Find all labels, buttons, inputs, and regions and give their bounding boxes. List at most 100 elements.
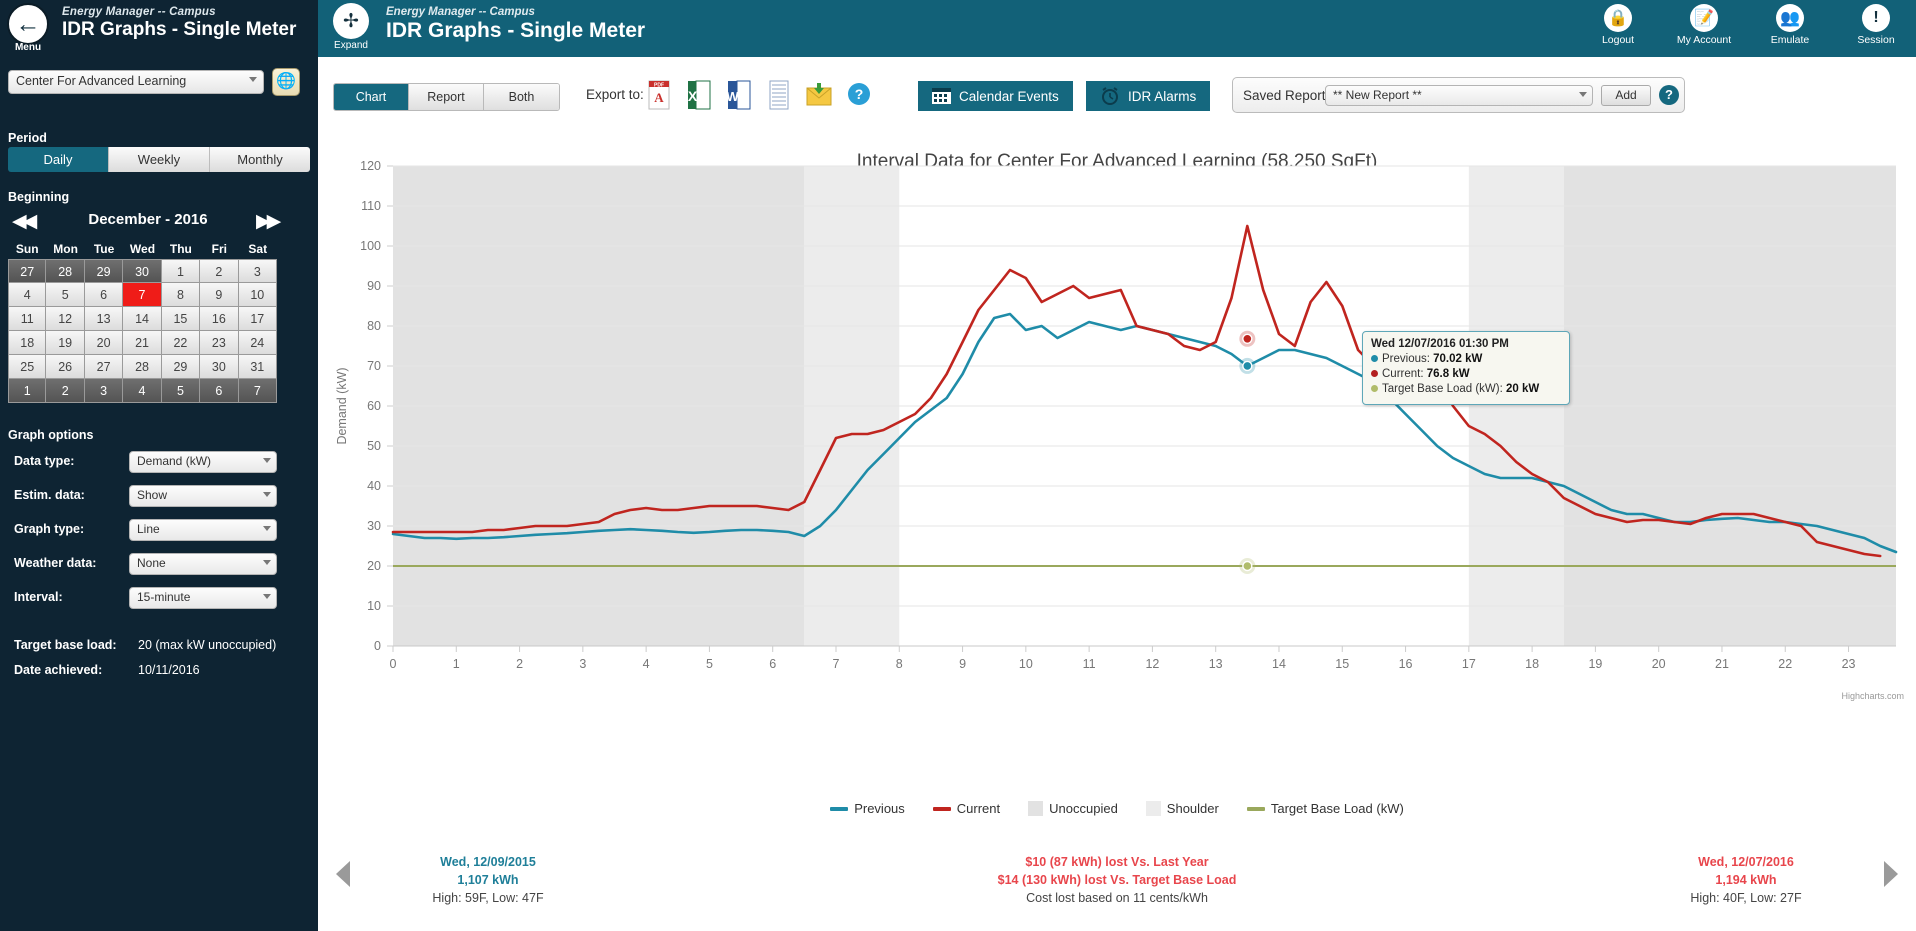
session-button[interactable]: ! Session — [1846, 4, 1906, 46]
calendar-day-29[interactable]: 29 — [161, 355, 201, 379]
calendar-day-16[interactable]: 16 — [200, 307, 239, 331]
calendar-day-23[interactable]: 23 — [200, 331, 239, 355]
legend-item-unoccupied[interactable]: Unoccupied — [1028, 801, 1118, 816]
calendar-day-2[interactable]: 2 — [200, 259, 239, 283]
calendar-day-7[interactable]: 7 — [238, 379, 277, 403]
map-icon[interactable]: 🌐 — [272, 68, 300, 96]
period-tab-weekly[interactable]: Weekly — [109, 147, 210, 172]
calendar-day-15[interactable]: 15 — [161, 307, 201, 331]
expand-icon[interactable]: ✢ — [333, 3, 369, 39]
view-mode-tabs: Chart Report Both — [333, 83, 560, 111]
calendar-day-9[interactable]: 9 — [200, 283, 239, 307]
calendar-day-27[interactable]: 27 — [84, 355, 124, 379]
calendar-next-icon[interactable]: ▶▶ — [256, 210, 281, 233]
saved-report-help-icon[interactable]: ? — [1659, 85, 1679, 105]
interval-select[interactable]: 15-minute — [129, 587, 277, 609]
chevron-down-icon — [263, 492, 271, 497]
calendar-prev-icon[interactable]: ◀◀ — [12, 210, 37, 233]
chevron-down-icon — [263, 526, 271, 531]
footer-next-day-button[interactable] — [1884, 861, 1898, 887]
legend-item-previous[interactable]: Previous — [830, 801, 905, 816]
calendar-day-7[interactable]: 7 — [123, 283, 162, 307]
option-row-weather-data: Weather data: None — [14, 553, 304, 577]
tab-report[interactable]: Report — [409, 84, 484, 110]
calendar-day-24[interactable]: 24 — [238, 331, 277, 355]
calendar-day-29[interactable]: 29 — [84, 259, 124, 283]
calendar-day-14[interactable]: 14 — [123, 307, 162, 331]
svg-text:2: 2 — [516, 657, 523, 671]
calendar-day-22[interactable]: 22 — [161, 331, 201, 355]
calendar-week-row: 18 19 20 21 22 23 24 — [8, 331, 277, 355]
calendar-day-31[interactable]: 31 — [238, 355, 277, 379]
calendar-day-27[interactable]: 27 — [8, 259, 47, 283]
my-account-button[interactable]: 📝 My Account — [1674, 4, 1734, 46]
tab-chart[interactable]: Chart — [334, 84, 409, 110]
calendar-day-2[interactable]: 2 — [46, 379, 85, 403]
calendar-day-11[interactable]: 11 — [8, 307, 47, 331]
building-select[interactable]: Center For Advanced Learning — [8, 70, 264, 94]
target-base-load-value: 20 (max kW unoccupied) — [138, 638, 277, 652]
estim-data-select[interactable]: Show — [129, 485, 277, 507]
chart-tooltip: Wed 12/07/2016 01:30 PM Previous: 70.02 … — [1362, 331, 1570, 405]
calendar-day-6[interactable]: 6 — [200, 379, 239, 403]
calendar-day-12[interactable]: 12 — [46, 307, 85, 331]
footer-prev-day-button[interactable] — [336, 861, 350, 887]
calendar-day-20[interactable]: 20 — [84, 331, 124, 355]
building-select-value: Center For Advanced Learning — [16, 74, 187, 88]
export-word-icon[interactable]: W — [725, 79, 753, 111]
calendar-day-30[interactable]: 30 — [123, 259, 162, 283]
emulate-button[interactable]: 👥 Emulate — [1760, 4, 1820, 46]
calendar-day-25[interactable]: 25 — [8, 355, 47, 379]
tooltip-label-current: Current: — [1382, 368, 1424, 380]
export-csv-icon[interactable] — [765, 79, 793, 111]
calendar-day-5[interactable]: 5 — [46, 283, 85, 307]
period-tab-daily[interactable]: Daily — [8, 147, 109, 172]
legend-item-shoulder[interactable]: Shoulder — [1145, 801, 1219, 816]
legend-item-target-base-load[interactable]: Target Base Load (kW) — [1246, 801, 1404, 816]
weather-data-select[interactable]: None — [129, 553, 277, 575]
period-label: Period — [8, 131, 47, 145]
calendar-day-19[interactable]: 19 — [46, 331, 85, 355]
calendar-day-8[interactable]: 8 — [161, 283, 201, 307]
calendar-day-5[interactable]: 5 — [161, 379, 201, 403]
calendar-day-3[interactable]: 3 — [84, 379, 124, 403]
calendar-day-6[interactable]: 6 — [84, 283, 124, 307]
footer-right-kwh: 1,194 kWh — [1715, 873, 1777, 887]
legend-item-current[interactable]: Current — [932, 801, 1000, 816]
idr-alarms-button[interactable]: IDR Alarms — [1086, 81, 1211, 111]
period-tab-monthly[interactable]: Monthly — [210, 147, 310, 172]
calendar-day-28[interactable]: 28 — [123, 355, 162, 379]
interval-data-chart[interactable]: 01020304050607080901001101200 1 2 3 4 5 6 7 8 9 10… — [318, 121, 1916, 821]
option-label-estim-data: Estim. data: — [14, 488, 85, 502]
footer-left-temp: High: 59F, Low: 47F — [432, 891, 544, 905]
footer-cost-summary: $10 (87 kWh) lost Vs. Last Year $14 (130… — [877, 853, 1357, 907]
sidebar-app-title: IDR Graphs - Single Meter — [62, 19, 297, 40]
calendar-day-21[interactable]: 21 — [123, 331, 162, 355]
graph-type-select[interactable]: Line — [129, 519, 277, 541]
calendar-day-4[interactable]: 4 — [8, 283, 47, 307]
add-report-button[interactable]: Add — [1601, 85, 1651, 106]
calendar-day-10[interactable]: 10 — [238, 283, 277, 307]
logout-button[interactable]: 🔒 Logout — [1588, 4, 1648, 46]
help-question-icon[interactable]: ? — [845, 79, 873, 111]
calendar-events-button[interactable]: Calendar Events — [918, 81, 1073, 111]
target-base-load-label: Target base load: — [14, 638, 117, 652]
data-type-select[interactable]: Demand (kW) — [129, 451, 277, 473]
calendar-day-30[interactable]: 30 — [200, 355, 239, 379]
calendar-day-1[interactable]: 1 — [8, 379, 47, 403]
header-subtitle: Energy Manager -- Campus — [386, 6, 535, 18]
calendar-day-17[interactable]: 17 — [238, 307, 277, 331]
saved-report-select[interactable]: ** New Report ** — [1325, 85, 1593, 106]
export-pdf-icon[interactable]: PDF A — [645, 79, 673, 111]
calendar-day-28[interactable]: 28 — [46, 259, 85, 283]
calendar-day-4[interactable]: 4 — [123, 379, 162, 403]
calendar-day-1[interactable]: 1 — [161, 259, 201, 283]
menu-back-icon[interactable]: ← — [7, 3, 49, 45]
export-excel-icon[interactable]: X — [685, 79, 713, 111]
export-email-icon[interactable] — [805, 79, 833, 111]
calendar-day-13[interactable]: 13 — [84, 307, 124, 331]
tab-both[interactable]: Both — [484, 84, 559, 110]
calendar-day-3[interactable]: 3 — [238, 259, 277, 283]
calendar-day-26[interactable]: 26 — [46, 355, 85, 379]
calendar-day-18[interactable]: 18 — [8, 331, 47, 355]
